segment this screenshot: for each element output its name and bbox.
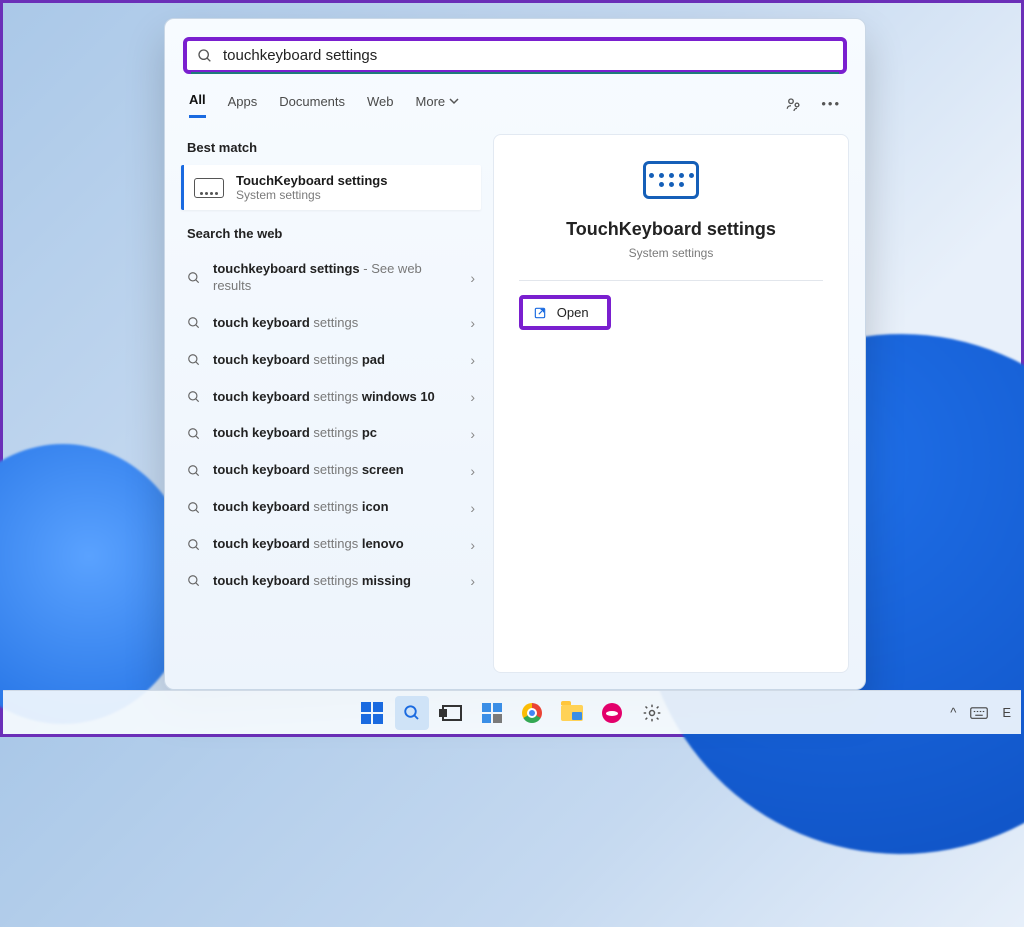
keyboard-icon: [643, 161, 699, 199]
result-preview-pane: TouchKeyboard settings System settings O…: [493, 134, 849, 673]
open-button-label: Open: [557, 305, 589, 320]
chevron-right-icon[interactable]: ›: [470, 315, 475, 331]
taskbar-app-explorer[interactable]: [555, 696, 589, 730]
search-icon: [197, 48, 213, 64]
chevron-right-icon[interactable]: ›: [470, 426, 475, 442]
web-result-text: touch keyboard settings missing: [213, 573, 458, 590]
open-button[interactable]: Open: [519, 295, 611, 330]
web-result-text: touch keyboard settings pad: [213, 352, 458, 369]
web-result-item[interactable]: touch keyboard settings lenovo ›: [181, 526, 481, 563]
web-result-item[interactable]: touchkeyboard settings - See web results…: [181, 251, 481, 305]
web-result-item[interactable]: touch keyboard settings screen ›: [181, 452, 481, 489]
search-icon: [187, 271, 201, 285]
taskbar: ^ E: [3, 690, 1021, 734]
web-result-text: touch keyboard settings pc: [213, 425, 458, 442]
taskbar-search-button[interactable]: [395, 696, 429, 730]
widgets-button[interactable]: [475, 696, 509, 730]
taskbar-app-chrome[interactable]: [515, 696, 549, 730]
chevron-right-icon[interactable]: ›: [470, 389, 475, 405]
open-external-icon: [533, 306, 547, 320]
tab-web[interactable]: Web: [367, 94, 394, 117]
search-icon: [187, 427, 201, 441]
widgets-icon: [482, 703, 502, 723]
web-result-text: touch keyboard settings icon: [213, 499, 458, 516]
best-match-title: TouchKeyboard settings: [236, 173, 387, 188]
best-match-result[interactable]: TouchKeyboard settings System settings: [181, 165, 481, 210]
task-view-icon: [442, 705, 462, 721]
filter-tabs: All Apps Documents Web More •••: [165, 74, 865, 124]
tab-more[interactable]: More: [416, 94, 460, 117]
search-input[interactable]: [223, 47, 833, 64]
web-result-text: touch keyboard settings windows 10: [213, 389, 458, 406]
search-icon: [187, 538, 201, 552]
web-result-item[interactable]: touch keyboard settings missing ›: [181, 563, 481, 600]
start-search-panel: All Apps Documents Web More ••• Best mat…: [164, 18, 866, 690]
app-icon: [602, 703, 622, 723]
preview-subtitle: System settings: [629, 246, 714, 260]
web-result-text: touch keyboard settings lenovo: [213, 536, 458, 553]
web-result-item[interactable]: touch keyboard settings ›: [181, 305, 481, 342]
tray-overflow-chevron-icon[interactable]: ^: [950, 705, 956, 720]
search-bar[interactable]: [183, 37, 847, 74]
best-match-subtitle: System settings: [236, 188, 387, 202]
preview-title: TouchKeyboard settings: [566, 219, 776, 240]
taskbar-app-settings[interactable]: [635, 696, 669, 730]
search-icon: [187, 464, 201, 478]
web-result-item[interactable]: touch keyboard settings icon ›: [181, 489, 481, 526]
chevron-right-icon[interactable]: ›: [470, 537, 475, 553]
web-result-item[interactable]: touch keyboard settings pad ›: [181, 342, 481, 379]
start-button[interactable]: [355, 696, 389, 730]
search-icon: [187, 390, 201, 404]
tab-apps[interactable]: Apps: [228, 94, 258, 117]
tray-language-indicator[interactable]: E: [1002, 705, 1011, 720]
gear-icon: [642, 703, 662, 723]
search-web-heading: Search the web: [187, 226, 475, 241]
chevron-right-icon[interactable]: ›: [470, 500, 475, 516]
tab-all[interactable]: All: [189, 92, 206, 118]
chrome-icon: [522, 703, 542, 723]
search-icon: [187, 574, 201, 588]
chevron-right-icon[interactable]: ›: [470, 270, 475, 286]
keyboard-icon: [194, 178, 224, 198]
web-result-item[interactable]: touch keyboard settings windows 10 ›: [181, 379, 481, 416]
web-result-item[interactable]: touch keyboard settings pc ›: [181, 415, 481, 452]
best-match-heading: Best match: [187, 140, 475, 155]
chevron-right-icon[interactable]: ›: [470, 463, 475, 479]
tab-more-label: More: [416, 94, 446, 109]
task-view-button[interactable]: [435, 696, 469, 730]
results-column: Best match TouchKeyboard settings System…: [181, 134, 481, 673]
web-results-list: touchkeyboard settings - See web results…: [181, 251, 481, 600]
touch-keyboard-tray-icon[interactable]: [970, 706, 988, 720]
divider: [519, 280, 823, 281]
taskbar-app-pinned[interactable]: [595, 696, 629, 730]
chevron-right-icon[interactable]: ›: [470, 352, 475, 368]
search-icon: [403, 704, 421, 722]
folder-icon: [561, 705, 583, 721]
chevron-right-icon[interactable]: ›: [470, 573, 475, 589]
account-icon[interactable]: [785, 96, 803, 114]
search-icon: [187, 316, 201, 330]
web-result-text: touchkeyboard settings - See web results: [213, 261, 458, 295]
web-result-text: touch keyboard settings: [213, 315, 458, 332]
chevron-down-icon: [449, 96, 459, 106]
search-icon: [187, 353, 201, 367]
more-options-icon[interactable]: •••: [821, 96, 841, 114]
web-result-text: touch keyboard settings screen: [213, 462, 458, 479]
search-icon: [187, 501, 201, 515]
windows-logo-icon: [361, 702, 383, 724]
tab-documents[interactable]: Documents: [279, 94, 345, 117]
